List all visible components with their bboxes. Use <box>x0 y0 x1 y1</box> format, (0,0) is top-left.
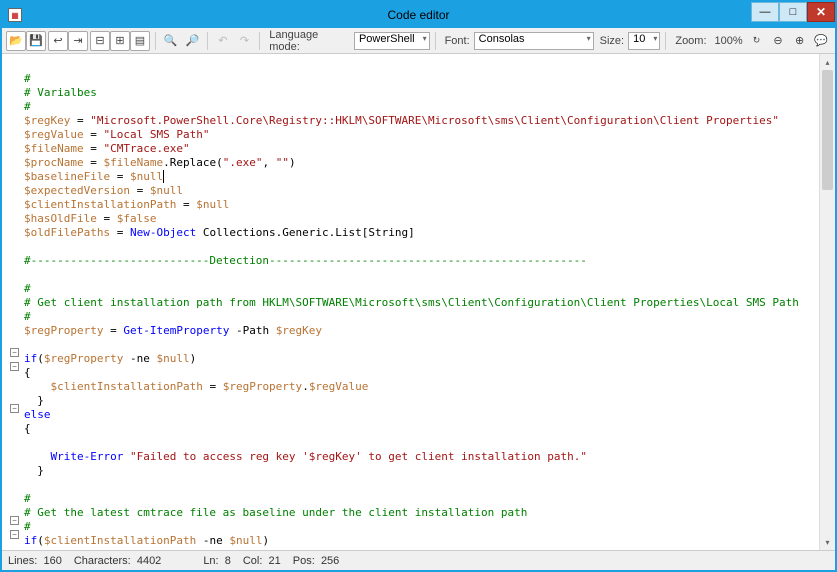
scroll-up-icon[interactable]: ▴ <box>820 54 835 70</box>
vertical-scrollbar[interactable]: ▴ ▾ <box>819 54 835 550</box>
zoom-out-icon[interactable]: ⊖ <box>768 31 788 51</box>
zoom-value: 100% <box>715 35 743 47</box>
window-controls: — □ ✕ <box>751 2 835 22</box>
chat-icon[interactable]: 💬 <box>811 31 831 51</box>
word-wrap-icon[interactable]: ↩ <box>48 31 68 51</box>
toolbar: 📂 💾 ↩ ⇥ ⊟ ⊞ ▤ 🔍 🔎 ↶ ↷ Language mode: Pow… <box>2 28 835 54</box>
close-button[interactable]: ✕ <box>807 2 835 22</box>
size-select[interactable]: 10 <box>628 32 660 50</box>
minimize-button[interactable]: — <box>751 2 779 22</box>
status-chars: Characters: 4402 <box>74 555 161 567</box>
titlebar[interactable]: ▦ Code editor — □ ✕ <box>2 2 835 28</box>
status-pos: Pos: 256 <box>293 555 340 567</box>
size-label: Size: <box>600 35 624 47</box>
separator <box>435 32 436 50</box>
scroll-thumb[interactable] <box>822 70 833 190</box>
status-lines: Lines: 160 <box>8 555 62 567</box>
fold-gutter[interactable]: − − − − − <box>2 54 18 550</box>
language-label: Language mode: <box>269 29 350 53</box>
code-view[interactable]: # # Varialbes # $regKey = "Microsoft.Pow… <box>18 54 819 550</box>
separator <box>665 32 666 50</box>
separator <box>155 32 156 50</box>
status-bar: Lines: 160 Characters: 4402 Ln: 8 Col: 2… <box>2 550 835 570</box>
undo-icon[interactable]: ↶ <box>213 31 233 51</box>
editor-window: ▦ Code editor — □ ✕ 📂 💾 ↩ ⇥ ⊟ ⊞ ▤ 🔍 🔎 ↶ … <box>0 0 837 572</box>
scroll-down-icon[interactable]: ▾ <box>820 534 835 550</box>
zoom-label: Zoom: <box>675 35 706 47</box>
redo-icon[interactable]: ↷ <box>235 31 255 51</box>
format-icon[interactable]: ▤ <box>130 31 150 51</box>
indent-block-icon[interactable]: ⊞ <box>110 31 130 51</box>
separator <box>259 32 260 50</box>
refresh-icon[interactable]: ↻ <box>747 31 767 51</box>
zoom-in-icon[interactable]: ⊕ <box>790 31 810 51</box>
open-icon[interactable]: 📂 <box>6 31 26 51</box>
window-title: Code editor <box>387 8 449 22</box>
app-icon: ▦ <box>8 8 22 22</box>
maximize-button[interactable]: □ <box>779 2 807 22</box>
separator <box>207 32 208 50</box>
search-icon[interactable]: 🔍 <box>161 31 181 51</box>
status-ln: Ln: 8 <box>203 555 231 567</box>
status-col: Col: 21 <box>243 555 281 567</box>
scroll-track[interactable] <box>820 70 835 534</box>
font-label: Font: <box>445 35 470 47</box>
outdent-block-icon[interactable]: ⊟ <box>90 31 110 51</box>
replace-icon[interactable]: 🔎 <box>183 31 203 51</box>
font-select[interactable]: Consolas <box>474 32 594 50</box>
language-select[interactable]: PowerShell <box>354 32 430 50</box>
indent-icon[interactable]: ⇥ <box>68 31 88 51</box>
save-icon[interactable]: 💾 <box>26 31 46 51</box>
editor-area: − − − − − # # Varialbes # $regKey = "Mic… <box>2 54 835 550</box>
